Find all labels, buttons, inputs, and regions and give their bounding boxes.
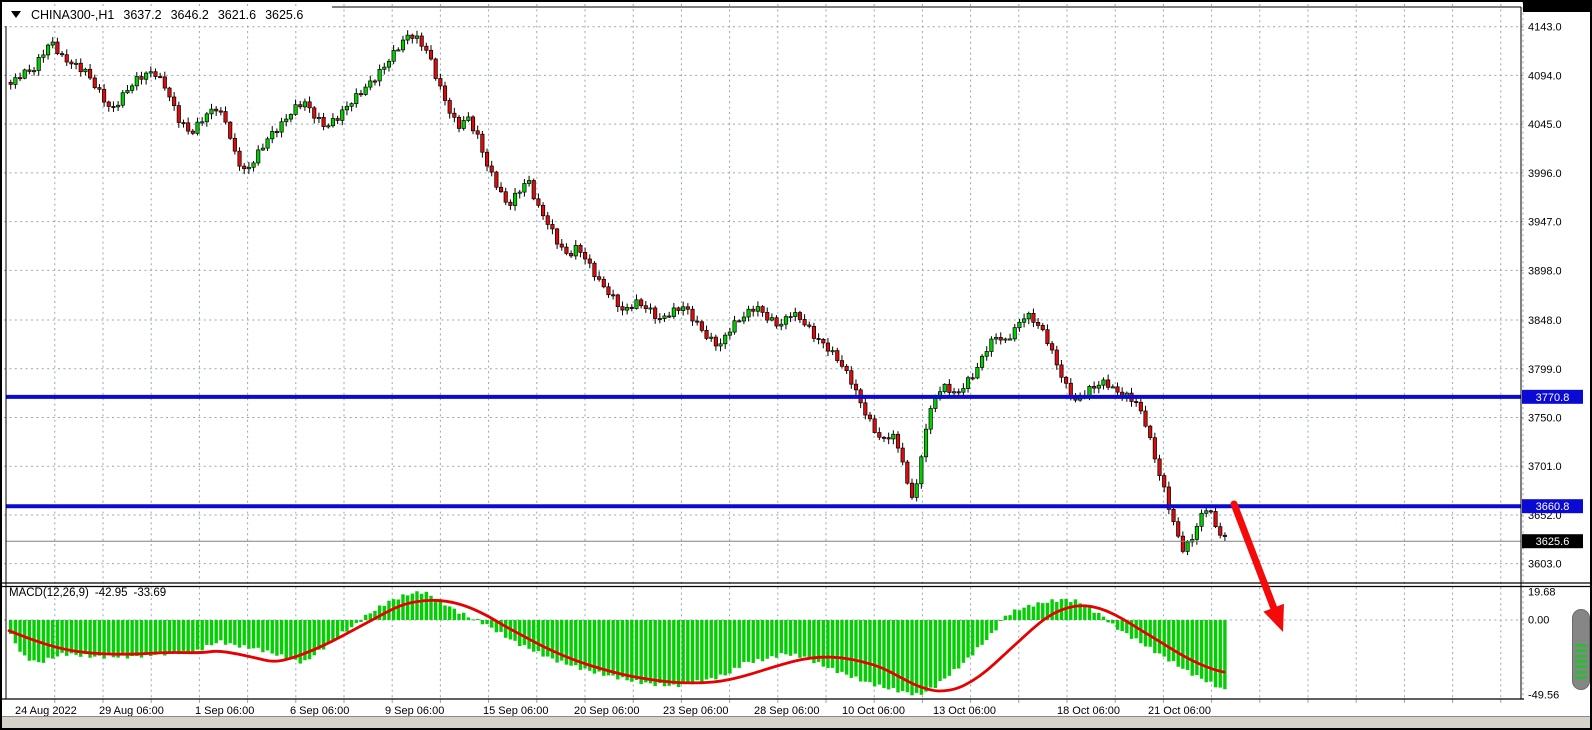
- symbol-timeframe-label: CHINA300-,H1: [31, 8, 114, 22]
- candles-layer: [9, 30, 1227, 555]
- ohlc-close-value: 3625.6: [265, 8, 303, 22]
- borders-layer: [2, 7, 1592, 699]
- price-tick-label: 3603.0: [1528, 559, 1562, 571]
- price-tick-label: 3898.0: [1528, 265, 1562, 277]
- ohlc-low-value: 3621.6: [218, 8, 256, 22]
- price-tick-label: 4045.0: [1528, 119, 1562, 131]
- macd-indicator-label: MACD(12,26,9) -42.95 -33.69: [9, 587, 166, 599]
- price-tick-label: 3701.0: [1528, 461, 1562, 473]
- status-strip: [2, 716, 1590, 728]
- dropdown-arrow-icon[interactable]: [11, 11, 21, 18]
- macd-tick-label: 19.68: [1528, 587, 1556, 599]
- macd-name: MACD(12,26,9): [9, 587, 89, 599]
- macd-tick-label: 0.00: [1528, 615, 1549, 627]
- price-tick-label: 3750.0: [1528, 412, 1562, 424]
- price-tick-label: 3848.0: [1528, 315, 1562, 327]
- macd-tick-label: -49.56: [1528, 690, 1559, 702]
- window-corner: [1523, 2, 1592, 12]
- macd-main-value: -42.95: [95, 587, 128, 599]
- price-badge-label: 3625.6: [1536, 536, 1570, 548]
- price-tick-label: 4143.0: [1528, 22, 1562, 34]
- chart-title-bar: CHINA300-,H1 3637.2 3646.2 3621.6 3625.6: [8, 6, 311, 23]
- trend-arrow: [1234, 504, 1284, 632]
- price-badge-label: 3770.8: [1536, 392, 1570, 404]
- scroll-indicator-stripes: [1575, 644, 1587, 682]
- price-tick-label: 4094.0: [1528, 70, 1562, 82]
- grid-layer: [4, 2, 1525, 703]
- chart-window: 4143.0 4094.0 4045.0 3996.0 3947.0 3898.0 3848…: [0, 0, 1592, 730]
- macd-signal-value: -33.69: [134, 587, 167, 599]
- price-tick-label: 3996.0: [1528, 168, 1562, 180]
- levels-layer: [6, 397, 1521, 541]
- price-badge-label: 3660.8: [1536, 501, 1570, 513]
- scroll-indicator[interactable]: [1572, 609, 1590, 690]
- chart-plot[interactable]: 4143.0 4094.0 4045.0 3996.0 3947.0 3898.0 3848…: [2, 2, 1592, 730]
- ohlc-open-value: 3637.2: [123, 8, 161, 22]
- price-axis-labels: 4143.0 4094.0 4045.0 3996.0 3947.0 3898.0 3848…: [1528, 22, 1562, 702]
- price-tick-label: 3799.0: [1528, 364, 1562, 376]
- price-tick-label: 3947.0: [1528, 217, 1562, 229]
- macd-layer: [9, 591, 1227, 695]
- ohlc-high-value: 3646.2: [171, 8, 209, 22]
